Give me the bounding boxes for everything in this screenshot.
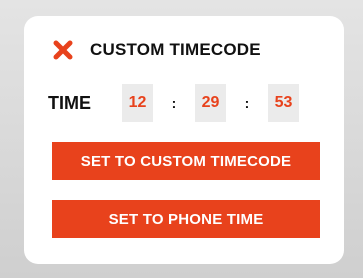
hours-field[interactable]: 12 <box>122 84 153 122</box>
time-separator: : <box>171 95 177 111</box>
time-row: TIME 12 : 29 : 53 <box>48 84 299 122</box>
time-label: TIME <box>48 92 91 113</box>
minutes-field[interactable]: 29 <box>195 84 226 122</box>
dialog-header: CUSTOM TIMECODE <box>52 36 261 64</box>
close-icon[interactable] <box>52 39 74 61</box>
seconds-field[interactable]: 53 <box>268 84 299 122</box>
custom-timecode-dialog: CUSTOM TIMECODE TIME 12 : 29 : 53 SET TO… <box>24 16 344 264</box>
set-custom-timecode-button[interactable]: SET TO CUSTOM TIMECODE <box>52 142 320 180</box>
dialog-title: CUSTOM TIMECODE <box>90 40 261 59</box>
time-separator: : <box>244 95 250 111</box>
set-phone-time-button[interactable]: SET TO PHONE TIME <box>52 200 320 238</box>
